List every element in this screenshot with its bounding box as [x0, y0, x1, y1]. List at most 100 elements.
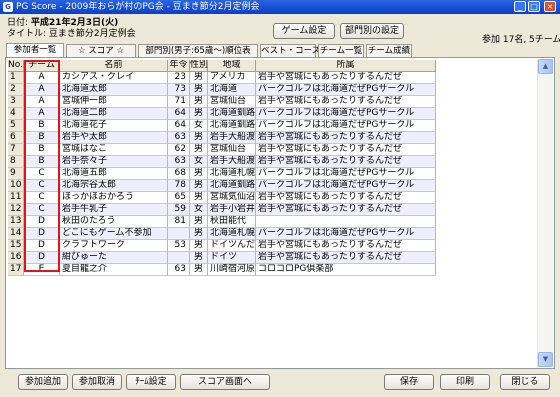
- tab-participants[interactable]: 参加者一覧: [6, 43, 64, 58]
- cell-name[interactable]: 紺びゅーた: [60, 252, 168, 264]
- cell-area[interactable]: 北海道札幌: [208, 168, 256, 180]
- tab-team-results[interactable]: チーム成績: [366, 44, 412, 58]
- cell-team[interactable]: D: [24, 216, 60, 228]
- column-header[interactable]: 性別: [190, 60, 208, 72]
- cell-team[interactable]: C: [24, 168, 60, 180]
- add-participant-button[interactable]: 参加追加: [18, 374, 68, 390]
- cell-team[interactable]: E: [24, 264, 60, 276]
- cell-no[interactable]: 12: [8, 204, 24, 216]
- cell-no[interactable]: 14: [8, 228, 24, 240]
- maximize-button[interactable]: □: [528, 1, 540, 12]
- cell-sex[interactable]: 男: [190, 96, 208, 108]
- cell-sex[interactable]: 男: [190, 168, 208, 180]
- column-header[interactable]: 年令: [168, 60, 190, 72]
- cell-age[interactable]: 73: [168, 84, 190, 96]
- cell-name[interactable]: 岩手や太郎: [60, 132, 168, 144]
- cell-affiliation[interactable]: パークゴルフは北海道だぜPGサークル: [256, 120, 436, 132]
- cell-no[interactable]: 7: [8, 144, 24, 156]
- cell-area[interactable]: 岩手大船渡: [208, 156, 256, 168]
- save-button[interactable]: 保存: [384, 374, 434, 390]
- cell-area[interactable]: 宮城仙台: [208, 144, 256, 156]
- cell-age[interactable]: 64: [168, 108, 190, 120]
- cell-area[interactable]: アメリカ: [208, 72, 256, 84]
- scroll-down-icon[interactable]: ▼: [538, 352, 553, 367]
- cell-name[interactable]: カシアス・クレイ: [60, 72, 168, 84]
- tab-score[interactable]: ☆ スコア ☆: [66, 44, 136, 58]
- cell-name[interactable]: 夏目龍之介: [60, 264, 168, 276]
- cell-affiliation[interactable]: 岩手や宮城にもあったりするんだぜ: [256, 252, 436, 264]
- cell-affiliation[interactable]: パークゴルフは北海道だぜPGサークル: [256, 84, 436, 96]
- cell-affiliation[interactable]: コロコロPG倶楽部: [256, 264, 436, 276]
- cell-team[interactable]: B: [24, 144, 60, 156]
- cell-age[interactable]: 63: [168, 132, 190, 144]
- cell-age[interactable]: 68: [168, 168, 190, 180]
- cell-no[interactable]: 8: [8, 156, 24, 168]
- cell-age[interactable]: 63: [168, 156, 190, 168]
- column-header[interactable]: 所属: [256, 60, 436, 72]
- cell-no[interactable]: 3: [8, 96, 24, 108]
- cell-sex[interactable]: 女: [190, 204, 208, 216]
- cell-affiliation[interactable]: [256, 216, 436, 228]
- cell-affiliation[interactable]: 岩手や宮城にもあったりするんだぜ: [256, 156, 436, 168]
- cell-area[interactable]: 川崎宿河原: [208, 264, 256, 276]
- cell-affiliation[interactable]: パークゴルフは北海道だぜPGサークル: [256, 168, 436, 180]
- cell-team[interactable]: A: [24, 84, 60, 96]
- cell-team[interactable]: C: [24, 204, 60, 216]
- cell-name[interactable]: ほっかほおかろう: [60, 192, 168, 204]
- cell-sex[interactable]: 男: [190, 132, 208, 144]
- column-header[interactable]: 名前: [60, 60, 168, 72]
- cell-sex[interactable]: 男: [190, 228, 208, 240]
- cell-team[interactable]: C: [24, 192, 60, 204]
- cell-age[interactable]: 71: [168, 96, 190, 108]
- cell-name[interactable]: 北海宗谷太郎: [60, 180, 168, 192]
- cell-name[interactable]: どこにもゲーム不参加: [60, 228, 168, 240]
- cell-no[interactable]: 9: [8, 168, 24, 180]
- cell-affiliation[interactable]: 岩手や宮城にもあったりするんだぜ: [256, 132, 436, 144]
- cell-team[interactable]: A: [24, 72, 60, 84]
- cell-area[interactable]: 北海道札幌: [208, 228, 256, 240]
- cell-age[interactable]: 23: [168, 72, 190, 84]
- cell-age[interactable]: 78: [168, 180, 190, 192]
- cell-name[interactable]: 岩手奈々子: [60, 156, 168, 168]
- cell-area[interactable]: 岩手小岩井: [208, 204, 256, 216]
- cell-no[interactable]: 2: [8, 84, 24, 96]
- cell-no[interactable]: 5: [8, 120, 24, 132]
- cell-affiliation[interactable]: 岩手や宮城にもあったりするんだぜ: [256, 144, 436, 156]
- cell-affiliation[interactable]: 岩手や宮城にもあったりするんだぜ: [256, 96, 436, 108]
- cell-team[interactable]: A: [24, 96, 60, 108]
- cell-affiliation[interactable]: 岩手や宮城にもあったりするんだぜ: [256, 204, 436, 216]
- cell-team[interactable]: D: [24, 228, 60, 240]
- cell-age[interactable]: 64: [168, 120, 190, 132]
- column-header[interactable]: No.: [8, 60, 24, 72]
- cell-team[interactable]: C: [24, 180, 60, 192]
- cell-affiliation[interactable]: パークゴルフは北海道だぜPGサークル: [256, 228, 436, 240]
- cell-age[interactable]: 59: [168, 204, 190, 216]
- cell-name[interactable]: 秋田のたろう: [60, 216, 168, 228]
- cell-sex[interactable]: 男: [190, 216, 208, 228]
- cell-sex[interactable]: 男: [190, 252, 208, 264]
- cell-area[interactable]: 北海道釧路: [208, 180, 256, 192]
- cell-team[interactable]: B: [24, 132, 60, 144]
- cell-no[interactable]: 17: [8, 264, 24, 276]
- cell-affiliation[interactable]: パークゴルフは北海道だぜPGサークル: [256, 108, 436, 120]
- cell-age[interactable]: [168, 228, 190, 240]
- cell-no[interactable]: 15: [8, 240, 24, 252]
- cell-no[interactable]: 4: [8, 108, 24, 120]
- print-button[interactable]: 印刷: [440, 374, 490, 390]
- cell-no[interactable]: 13: [8, 216, 24, 228]
- cell-sex[interactable]: 男: [190, 180, 208, 192]
- cell-area[interactable]: 秋田能代: [208, 216, 256, 228]
- cell-no[interactable]: 11: [8, 192, 24, 204]
- to-score-screen-button[interactable]: スコア画面へ: [180, 374, 270, 390]
- cell-name[interactable]: 岩手牛乳子: [60, 204, 168, 216]
- team-settings-button[interactable]: ﾁｰﾑ設定: [126, 374, 176, 390]
- tab-dept-ranking[interactable]: 部門別(男子:65歳～)順位表: [138, 44, 258, 58]
- cell-name[interactable]: 北海道二郎: [60, 108, 168, 120]
- close-window-button[interactable]: ×: [544, 1, 556, 12]
- scroll-up-icon[interactable]: ▲: [538, 59, 553, 74]
- cell-name[interactable]: 北海道花子: [60, 120, 168, 132]
- cell-area[interactable]: 岩手大船渡: [208, 132, 256, 144]
- column-header[interactable]: 地域: [208, 60, 256, 72]
- cell-no[interactable]: 16: [8, 252, 24, 264]
- cell-sex[interactable]: 男: [190, 264, 208, 276]
